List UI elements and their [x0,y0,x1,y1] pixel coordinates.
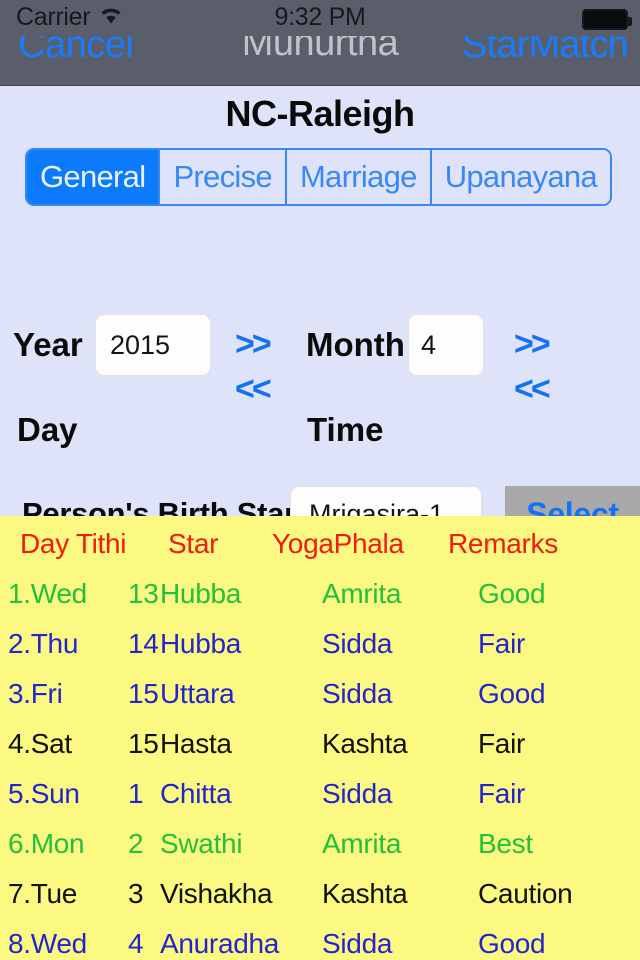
cell-remarks: Fair [478,628,526,659]
main-content: NC-Raleigh General Precise Marriage Upan… [0,86,640,597]
cell-day: 8.Wed [8,928,87,959]
table-row[interactable]: 7.Tue 3 Vishakha Kashta Caution [0,878,640,928]
month-input[interactable]: 4 [408,314,484,376]
year-input[interactable]: 2015 [95,314,211,376]
month-increment-button[interactable]: >> [514,325,551,364]
cell-yogaphala: Sidda [322,678,393,709]
cell-yogaphala: Sidda [322,778,393,809]
tab-marriage[interactable]: Marriage [286,150,432,204]
time-label: Time [307,411,384,448]
cell-day: 1.Wed [8,578,87,609]
cell-star: Chitta [160,778,232,809]
cell-star: Hubba [160,578,242,609]
cell-day: 7.Tue [8,878,78,909]
table-row[interactable]: 2.Thu 14 Hubba Sidda Fair [0,628,640,678]
cell-yogaphala: Kashta [322,728,408,759]
table-row[interactable]: 5.Sun 1 Chitta Sidda Fair [0,778,640,828]
column-header-star: Star [168,528,219,559]
cell-star: Hubba [160,628,242,659]
cell-yogaphala: Amrita [322,578,402,609]
month-label: Month [306,326,405,363]
cell-day: 5.Sun [8,778,80,809]
cell-day: 2.Thu [8,628,79,659]
cell-star: Swathi [160,828,243,859]
cell-remarks: Good [478,578,546,609]
status-time: 9:32 PM [274,3,366,31]
cell-yogaphala: Kashta [322,878,408,909]
status-bar: Carrier 9:32 PM [0,0,640,36]
cell-star: Hasta [160,728,232,759]
column-header-yogaphala: YogaPhala [272,528,404,559]
table-row[interactable]: 6.Mon 2 Swathi Amrita Best [0,828,640,878]
cell-day: 4.Sat [8,728,72,759]
cell-star: Anuradha [160,928,280,959]
app-root: Cancel Muhurtha StarMatch Carrier 9:32 P… [0,0,640,960]
cell-remarks: Fair [478,728,526,759]
cell-star: Uttara [160,678,235,709]
year-label: Year [13,326,83,363]
table-row[interactable]: 3.Fri 15 Uttara Sidda Good [0,678,640,728]
cell-day: 6.Mon [8,828,85,859]
year-decrement-button[interactable]: << [235,370,272,409]
cell-remarks: Best [478,828,533,859]
cell-remarks: Fair [478,778,526,809]
cell-remarks: Caution [478,878,573,909]
cell-day: 3.Fri [8,678,63,709]
tab-upanayana[interactable]: Upanayana [431,150,610,204]
cell-star: Vishakha [160,878,273,909]
cell-yogaphala: Sidda [322,628,393,659]
cell-yogaphala: Sidda [322,928,393,959]
table-row[interactable]: 8.Wed 4 Anuradha Sidda Good [0,928,640,960]
battery-icon [582,9,632,30]
cell-yogaphala: Amrita [322,828,402,859]
tab-general[interactable]: General [27,150,161,204]
cell-remarks: Good [478,928,546,959]
month-decrement-button[interactable]: << [514,370,551,409]
day-label: Day [17,411,78,448]
mode-segmented-control[interactable]: General Precise Marriage Upanayana [25,148,612,206]
cell-remarks: Good [478,678,546,709]
table-row[interactable]: 1.Wed 13 Hubba Amrita Good [0,578,640,628]
location-title: NC-Raleigh [225,93,415,134]
table-row[interactable]: 4.Sat 15 Hasta Kashta Fair [0,728,640,778]
column-header-day-tithi: Day Tithi [20,528,127,559]
tab-precise[interactable]: Precise [160,150,287,204]
harmonious-days-table[interactable]: Day Tithi Star YogaPhala Remarks 1.Wed 13… [0,516,640,960]
year-increment-button[interactable]: >> [235,325,272,364]
column-header-remarks: Remarks [448,528,558,559]
table-header-row: Day Tithi Star YogaPhala Remarks [0,528,640,578]
